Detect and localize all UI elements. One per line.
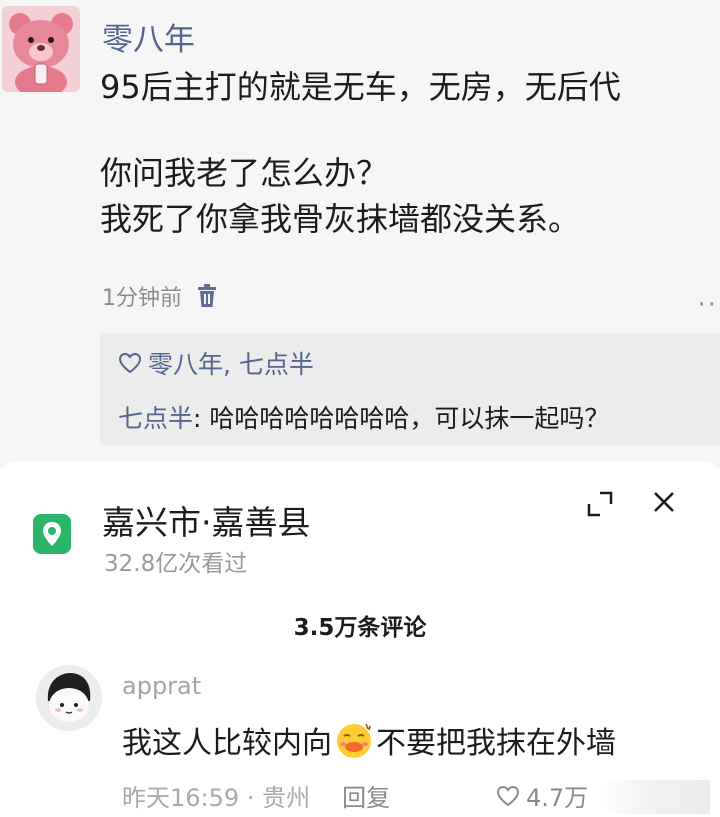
- comment-text: 我这人比较内向 不要把我抹在外墙: [122, 718, 616, 762]
- meta-dot: ·: [246, 784, 255, 812]
- reply-comment[interactable]: 七点半: 哈哈哈哈哈哈哈哈，可以抹一起吗？: [118, 399, 609, 435]
- heart-outline-icon: [118, 352, 142, 374]
- interaction-panel: 零八年, 七点半 七点半: 哈哈哈哈哈哈哈哈，可以抹一起吗？: [100, 333, 720, 445]
- comment-time-region: 昨天16:59 · 贵州: [122, 778, 310, 813]
- post-line-3: 我死了你拿我骨灰抹墙都没关系。: [100, 200, 581, 238]
- close-icon[interactable]: [652, 490, 676, 514]
- lotso-bear-avatar[interactable]: [2, 6, 80, 92]
- comment-text-part-2: 不要把我抹在外墙: [376, 726, 616, 761]
- comment-meta: 昨天16:59 · 贵州 回复: [122, 778, 390, 813]
- reply-text: 哈哈哈哈哈哈哈哈，可以抹一起吗？: [209, 404, 610, 433]
- reply-button[interactable]: 回复: [342, 778, 390, 813]
- comment-region: 贵州: [262, 784, 311, 812]
- comment-sheet: 嘉兴市·嘉善县 32.8亿次看过 3.5万条评论 apprat 我这人比较内向: [0, 462, 720, 817]
- more-options-icon[interactable]: ··: [697, 290, 718, 320]
- comment-text-part-1: 我这人比较内向: [122, 726, 332, 761]
- likes-names[interactable]: 零八年, 七点半: [148, 345, 314, 381]
- comment-count: 3.5万条评论: [293, 615, 427, 641]
- like-count: 4.7万: [526, 784, 589, 812]
- like-button[interactable]: 4.7万: [496, 778, 588, 813]
- shy-face-emoji: [337, 723, 371, 758]
- post-line-2: 你问我老了怎么办？: [100, 154, 389, 192]
- moments-post: 零八年 95后主打的就是无车，无房，无后代 你问我老了怎么办？ 我死了你拿我骨灰…: [0, 0, 720, 468]
- heart-outline-icon: [496, 785, 520, 806]
- location-pin-icon: [33, 514, 71, 554]
- expand-icon[interactable]: [586, 490, 614, 518]
- location-title[interactable]: 嘉兴市·嘉善县: [102, 496, 311, 544]
- view-count: 32.8亿次看过: [104, 551, 248, 577]
- reply-author[interactable]: 七点半: [118, 404, 193, 433]
- commenter-name[interactable]: apprat: [122, 672, 201, 700]
- reply-separator: :: [193, 404, 210, 433]
- commenter-avatar[interactable]: [36, 665, 102, 731]
- post-meta: 1分钟前: [102, 280, 218, 312]
- post-content: 95后主打的就是无车，无房，无后代 你问我老了怎么办？ 我死了你拿我骨灰抹墙都没…: [100, 64, 621, 242]
- comment-time: 昨天16:59: [122, 784, 240, 812]
- post-line-1: 95后主打的就是无车，无房，无后代: [100, 68, 621, 106]
- trash-icon[interactable]: [196, 284, 218, 308]
- post-author-name[interactable]: 零八年: [102, 14, 195, 59]
- likes-row: 零八年, 七点半: [118, 345, 314, 381]
- post-time: 1分钟前: [102, 286, 182, 311]
- watermark-blur: [600, 780, 710, 814]
